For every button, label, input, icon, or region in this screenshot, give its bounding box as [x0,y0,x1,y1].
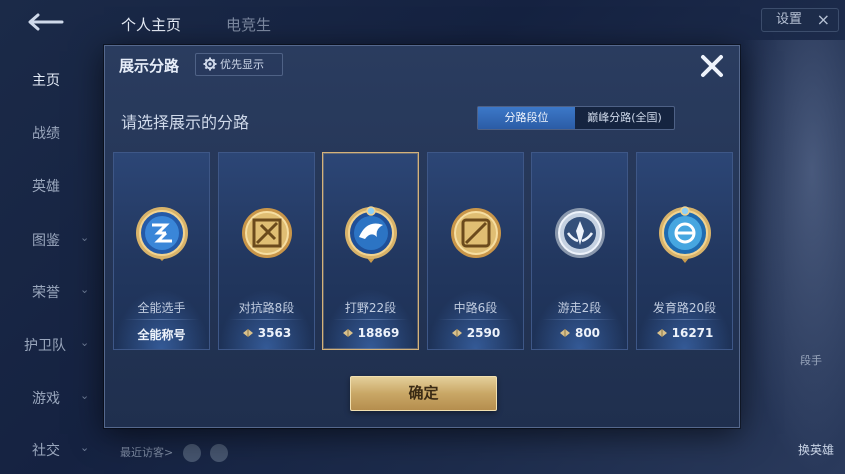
points-icon [656,329,667,337]
dialog-title: 展示分路 [119,57,180,75]
sidebar-item-record[interactable]: 战绩 [0,123,100,143]
points-icon [242,329,253,337]
dialog-subtitle: 请选择展示的分路 [121,113,250,132]
back-arrow-icon[interactable] [22,10,66,34]
lane-cards: 全能选手 全能称号 对抗路8段 3563 打野22段 18869 中路6段 25… [113,152,733,350]
card-score: 800 [532,326,627,340]
card-score: 16271 [637,326,732,340]
priority-display-button[interactable]: 优先显示 [195,53,283,76]
settings-label: 设置 [776,12,803,27]
lane-card-clash[interactable]: 对抗路8段 3563 [218,152,315,350]
hero-artwork [735,40,845,474]
priority-display-label: 优先显示 [220,58,264,71]
sidebar-item-heroes[interactable]: 英雄 [0,176,100,196]
settings-button[interactable]: 设置 × [761,8,839,32]
sidebar-item-label: 英雄 [32,179,60,195]
change-hero-button[interactable]: 换英雄 [798,441,834,458]
sidebar-item-label: 游戏 [32,391,60,407]
card-score: 2590 [428,326,523,340]
gear-icon [203,57,217,71]
card-score: 18869 [323,326,418,340]
card-score-value: 16271 [671,326,714,340]
sidebar-item-honor[interactable]: 荣誉 ⌄ [0,282,100,302]
card-score-value: 全能称号 [137,328,186,342]
chevron-down-icon: ⌄ [80,441,90,454]
close-icon[interactable] [698,52,726,80]
sidebar-item-codex[interactable]: 图鉴 ⌄ [0,230,100,250]
divider [229,319,304,320]
recent-visitors[interactable]: 最近访客> [120,444,229,462]
confirm-button[interactable]: 确定 [350,376,497,411]
avatar[interactable] [210,444,229,462]
sidebar-item-label: 护卫队 [24,338,66,354]
card-score-value: 800 [574,326,601,340]
card-lane-name: 打野22段 [344,301,397,315]
chevron-down-icon: ⌄ [80,336,90,349]
divider [647,319,722,320]
sidebar-item-label: 社交 [32,443,60,459]
avatar[interactable] [182,444,201,462]
tab-peak-lane-national[interactable]: 巅峰分路(全国) [575,107,674,129]
all-round-emblem-icon [136,207,188,261]
sidebar-item-label: 荣誉 [32,285,60,301]
segment-control: 分路段位 巅峰分路(全国) [477,106,675,130]
farm-lane-emblem-icon [659,206,711,263]
tab-profile[interactable]: 个人主页 [121,14,181,35]
chevron-down-icon: ⌄ [80,389,90,402]
lane-card-roam[interactable]: 游走2段 800 [531,152,628,350]
card-lane-name: 对抗路8段 [238,301,295,315]
card-score-value: 3563 [257,326,292,340]
clash-lane-emblem-icon [242,208,292,258]
card-lane-name: 中路6段 [453,301,498,315]
rank-label[interactable]: 段手 [800,352,822,368]
jungle-emblem-icon [345,206,397,263]
points-icon [342,329,353,337]
card-score: 全能称号 [114,326,209,343]
points-icon [559,329,570,337]
divider [124,319,199,320]
lane-card-farm[interactable]: 发育路20段 16271 [636,152,733,350]
chevron-down-icon: ⌄ [80,283,90,296]
divider [542,319,617,320]
sidebar-item-label: 战绩 [32,126,60,142]
roam-emblem-icon [555,208,605,258]
recent-visitors-label: 最近访客> [120,446,174,459]
card-lane-name: 全能选手 [137,301,186,315]
lane-card-all-round[interactable]: 全能选手 全能称号 [113,152,210,350]
card-lane-name: 发育路20段 [652,301,717,315]
card-lane-name: 游走2段 [557,301,602,315]
user-badge [672,6,752,28]
close-icon: × [816,10,830,29]
sidebar-item-label: 图鉴 [32,233,60,249]
points-icon [451,329,462,337]
sidebar-item-games[interactable]: 游戏 ⌄ [0,388,100,408]
divider [333,319,408,320]
chevron-down-icon: ⌄ [80,231,90,244]
lane-display-dialog: 展示分路 优先显示 请选择展示的分路 分路段位 巅峰分路(全国) 全能选手 全能… [104,45,740,428]
sidebar-item-social[interactable]: 社交 ⌄ [0,440,100,460]
tab-esports[interactable]: 电竞生 [226,14,271,35]
top-bar: 个人主页 电竞生 设置 × [0,0,845,40]
card-score-value: 18869 [357,326,400,340]
sidebar-item-home[interactable]: 主页 [0,70,100,90]
mid-lane-emblem-icon [451,208,501,258]
card-score: 3563 [219,326,314,340]
divider [438,319,513,320]
dialog-header: 展示分路 优先显示 [105,46,739,86]
lane-card-mid[interactable]: 中路6段 2590 [427,152,524,350]
sidebar-item-guard[interactable]: 护卫队 ⌄ [0,335,100,355]
lane-card-jungle[interactable]: 打野22段 18869 [322,152,419,350]
sidebar-item-label: 主页 [32,73,60,89]
card-score-value: 2590 [466,326,501,340]
tab-lane-rank[interactable]: 分路段位 [478,107,575,129]
